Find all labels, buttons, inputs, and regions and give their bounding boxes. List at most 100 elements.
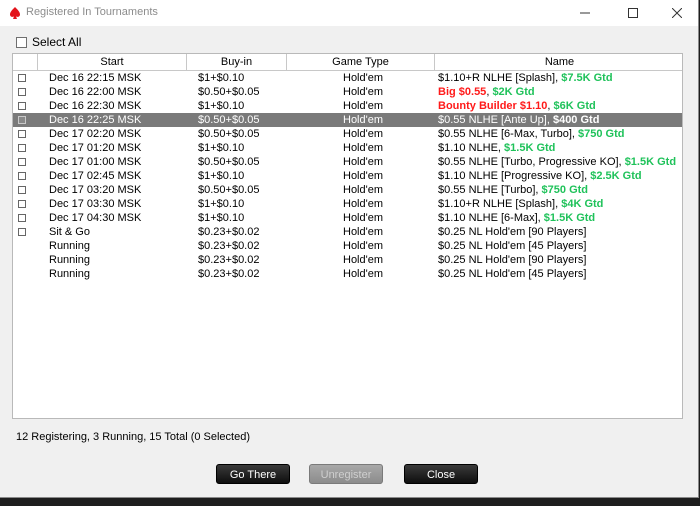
row-checkbox[interactable] bbox=[18, 144, 26, 152]
row-name-segment: $0.25 NL Hold'em [90 Players] bbox=[438, 226, 587, 238]
row-name-segment: $1.5K Gtd bbox=[624, 156, 677, 168]
row-start-cell: Dec 17 01:00 MSK bbox=[49, 156, 142, 168]
row-name-segment: $0.55 NLHE [6-Max, Turbo], bbox=[438, 128, 579, 140]
row-game-type-cell: Hold'em bbox=[343, 114, 384, 126]
table-row[interactable]: Dec 17 01:20 MSK $1+$0.10 Hold'em $1.10 NLH… bbox=[13, 141, 682, 155]
header-name[interactable]: Name bbox=[435, 54, 682, 70]
row-name-cell: $1.10+R NLHE [Splash], $7.5K Gtd bbox=[438, 71, 613, 85]
table-row[interactable]: Sit & Go $0.23+$0.02 Hold'em $0.25 NL Hold'… bbox=[13, 225, 682, 239]
minimize-button[interactable] bbox=[562, 0, 608, 26]
row-checkbox[interactable] bbox=[18, 102, 26, 110]
row-checkbox[interactable] bbox=[18, 172, 26, 180]
table-row[interactable]: Dec 16 22:30 MSK $1+$0.10 Hold'em Bounty Bu… bbox=[13, 99, 682, 113]
tournament-table: Start Buy-in Game Type Name Dec 16 22:15… bbox=[12, 53, 683, 419]
status-text: 12 Registering, 3 Running, 15 Total (0 S… bbox=[16, 431, 250, 443]
select-all-control[interactable]: Select All bbox=[16, 35, 81, 49]
row-checkbox[interactable] bbox=[18, 88, 26, 96]
row-buyin-cell: $1+$0.10 bbox=[198, 170, 245, 182]
maximize-button[interactable] bbox=[610, 0, 656, 26]
select-all-label: Select All bbox=[32, 35, 82, 49]
table-row[interactable]: Dec 16 22:15 MSK $1+$0.10 Hold'em $1.10+R N… bbox=[13, 71, 682, 85]
row-name-segment: $2K Gtd bbox=[492, 86, 535, 98]
row-game-type-cell: Hold'em bbox=[343, 198, 384, 210]
row-start-cell: Dec 17 03:20 MSK bbox=[49, 184, 142, 196]
title-bar: Registered In Tournaments bbox=[0, 0, 698, 26]
close-button[interactable]: Close bbox=[404, 464, 478, 484]
row-buyin-cell: $0.23+$0.02 bbox=[198, 268, 260, 280]
header-checkbox-column bbox=[13, 54, 38, 70]
row-name-segment: Bounty Builder $1.10 bbox=[438, 100, 548, 112]
table-row[interactable]: Dec 17 02:45 MSK $1+$0.10 Hold'em $1.10 NLH… bbox=[13, 169, 682, 183]
row-game-type-cell: Hold'em bbox=[343, 212, 384, 224]
table-row[interactable]: Dec 17 03:20 MSK $0.50+$0.05 Hold'em $0.55 … bbox=[13, 183, 682, 197]
go-there-button[interactable]: Go There bbox=[216, 464, 290, 484]
table-row[interactable]: Dec 17 04:30 MSK $1+$0.10 Hold'em $1.10 NLH… bbox=[13, 211, 682, 225]
row-game-type-cell: Hold'em bbox=[343, 100, 384, 112]
row-game-type-cell: Hold'em bbox=[343, 254, 384, 266]
row-name-segment: $400 Gtd bbox=[552, 114, 600, 126]
row-checkbox[interactable] bbox=[18, 116, 26, 124]
row-name-segment: $6K Gtd bbox=[553, 100, 596, 112]
row-name-segment: $1.10+R NLHE [Splash], bbox=[438, 72, 562, 84]
table-row[interactable]: Running $0.23+$0.02 Hold'em $0.25 NL Hold'e… bbox=[13, 239, 682, 253]
row-buyin-cell: $1+$0.10 bbox=[198, 100, 245, 112]
row-buyin-cell: $0.50+$0.05 bbox=[198, 128, 260, 140]
row-name-segment: $0.55 NLHE [Turbo], bbox=[438, 184, 542, 196]
row-name-cell: $0.55 NLHE [6-Max, Turbo], $750 Gtd bbox=[438, 127, 624, 141]
row-name-segment: Big $0.55 bbox=[438, 86, 487, 98]
row-name-segment: $750 Gtd bbox=[541, 184, 589, 196]
row-game-type-cell: Hold'em bbox=[343, 240, 384, 252]
row-buyin-cell: $0.50+$0.05 bbox=[198, 156, 260, 168]
row-checkbox[interactable] bbox=[18, 130, 26, 138]
table-row[interactable]: Dec 16 22:25 MSK $0.50+$0.05 Hold'em $0.55 … bbox=[13, 113, 682, 127]
row-name-segment: $1.10+R NLHE [Splash], bbox=[438, 198, 562, 210]
table-row[interactable]: Dec 16 22:00 MSK $0.50+$0.05 Hold'em Big $0… bbox=[13, 85, 682, 99]
row-checkbox[interactable] bbox=[18, 228, 26, 236]
header-game-type[interactable]: Game Type bbox=[287, 54, 435, 70]
row-start-cell: Running bbox=[49, 254, 90, 266]
row-start-cell: Sit & Go bbox=[49, 226, 90, 238]
row-checkbox[interactable] bbox=[18, 214, 26, 222]
row-buyin-cell: $0.50+$0.05 bbox=[198, 114, 260, 126]
row-name-cell: $0.25 NL Hold'em [90 Players] bbox=[438, 253, 586, 267]
table-row[interactable]: Dec 17 01:00 MSK $0.50+$0.05 Hold'em $0.55 … bbox=[13, 155, 682, 169]
row-name-segment: $4K Gtd bbox=[561, 198, 604, 210]
close-icon bbox=[672, 8, 682, 18]
table-row[interactable]: Dec 17 02:20 MSK $0.50+$0.05 Hold'em $0.55 … bbox=[13, 127, 682, 141]
row-name-cell: Bounty Builder $1.10, $6K Gtd bbox=[438, 99, 596, 113]
row-buyin-cell: $1+$0.10 bbox=[198, 198, 245, 210]
table-row[interactable]: Running $0.23+$0.02 Hold'em $0.25 NL Hold'e… bbox=[13, 267, 682, 281]
row-game-type-cell: Hold'em bbox=[343, 268, 384, 280]
row-name-segment: $7.5K Gtd bbox=[561, 72, 613, 84]
select-all-checkbox[interactable] bbox=[16, 36, 27, 48]
row-name-segment: $1.5K Gtd bbox=[543, 212, 596, 224]
close-window-button[interactable] bbox=[654, 0, 700, 26]
row-game-type-cell: Hold'em bbox=[343, 142, 384, 154]
row-buyin-cell: $0.50+$0.05 bbox=[198, 184, 260, 196]
table-header: Start Buy-in Game Type Name bbox=[13, 54, 682, 71]
row-game-type-cell: Hold'em bbox=[343, 156, 384, 168]
row-checkbox[interactable] bbox=[18, 158, 26, 166]
row-name-segment: $0.55 NLHE [Ante Up], bbox=[438, 114, 553, 126]
row-name-segment: $0.25 NL Hold'em [45 Players] bbox=[438, 240, 587, 252]
table-row[interactable]: Dec 17 03:30 MSK $1+$0.10 Hold'em $1.10+R N… bbox=[13, 197, 682, 211]
row-start-cell: Dec 16 22:00 MSK bbox=[49, 86, 142, 98]
row-checkbox[interactable] bbox=[18, 74, 26, 82]
row-name-cell: $0.55 NLHE [Ante Up], $400 Gtd bbox=[438, 113, 599, 127]
header-buyin[interactable]: Buy-in bbox=[187, 54, 287, 70]
row-game-type-cell: Hold'em bbox=[343, 184, 384, 196]
row-name-cell: $0.25 NL Hold'em [45 Players] bbox=[438, 267, 586, 281]
row-checkbox[interactable] bbox=[18, 200, 26, 208]
unregister-button[interactable]: Unregister bbox=[309, 464, 383, 484]
row-buyin-cell: $1+$0.10 bbox=[198, 72, 245, 84]
row-start-cell: Running bbox=[49, 240, 90, 252]
window-title: Registered In Tournaments bbox=[26, 6, 158, 18]
row-checkbox[interactable] bbox=[18, 186, 26, 194]
header-start[interactable]: Start bbox=[38, 54, 187, 70]
row-name-cell: $0.25 NL Hold'em [90 Players] bbox=[438, 225, 586, 239]
row-name-cell: $1.10 NLHE [6-Max], $1.5K Gtd bbox=[438, 211, 595, 225]
row-name-cell: $0.25 NL Hold'em [45 Players] bbox=[438, 239, 586, 253]
row-name-cell: $1.10+R NLHE [Splash], $4K Gtd bbox=[438, 197, 603, 211]
table-row[interactable]: Running $0.23+$0.02 Hold'em $0.25 NL Hold'e… bbox=[13, 253, 682, 267]
row-name-segment: $0.25 NL Hold'em [45 Players] bbox=[438, 268, 587, 280]
